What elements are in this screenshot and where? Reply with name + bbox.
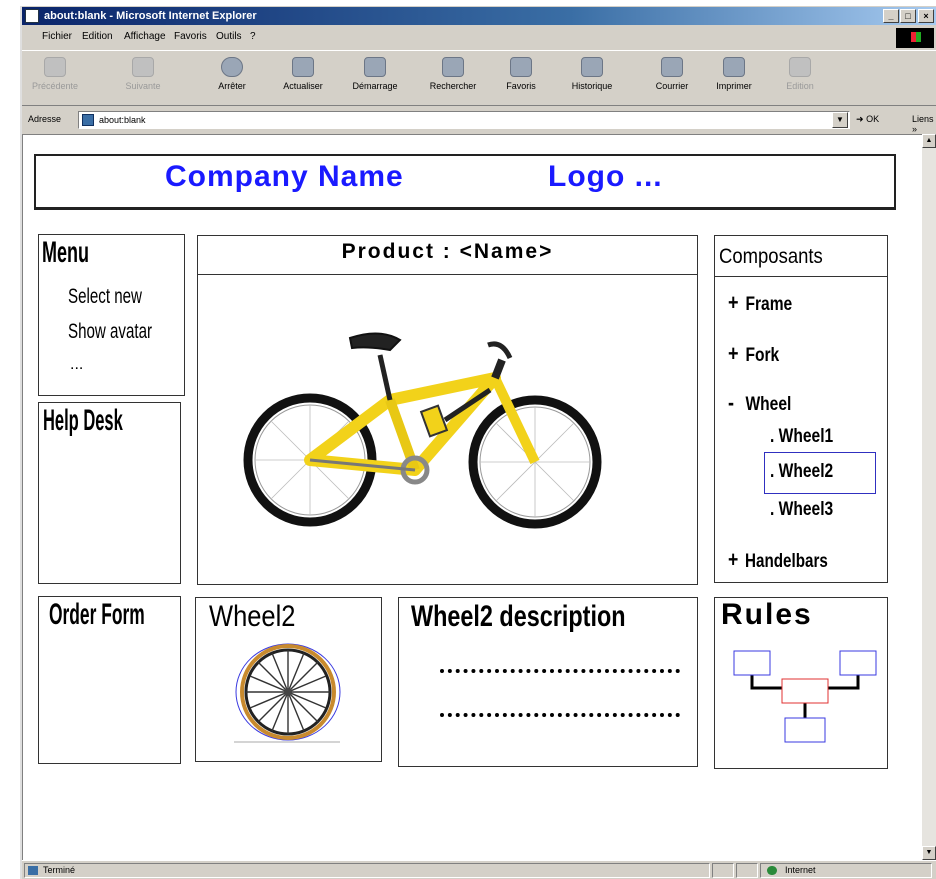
menu-affichage[interactable]: Affichage: [124, 31, 166, 42]
scroll-down-button[interactable]: ▼: [922, 846, 936, 860]
placeholder-text-line: [440, 713, 680, 717]
menu-title: Menu: [42, 236, 89, 269]
refresh-icon: [292, 57, 314, 77]
rule-node-center: [781, 678, 829, 704]
forward-arrow-icon: [132, 57, 154, 77]
expand-icon[interactable]: +: [728, 341, 741, 367]
rule-node: [733, 650, 771, 676]
status-pane: [736, 863, 758, 878]
wheel-image: [234, 643, 341, 743]
go-arrow-icon: ➜: [856, 114, 864, 124]
favorites-icon: [510, 57, 532, 77]
search-icon: [442, 57, 464, 77]
history-icon: [581, 57, 603, 77]
favorites-button[interactable]: Favoris: [498, 51, 544, 105]
composants-divider: [714, 276, 888, 277]
status-text: Terminé: [24, 863, 710, 878]
bicycle-image: [243, 332, 602, 529]
header-banner: [34, 154, 896, 210]
tree-item-wheel3[interactable]: . Wheel3: [770, 499, 833, 521]
rules-diagram: [733, 650, 877, 743]
stop-button[interactable]: Arrêter: [210, 51, 254, 105]
title-bar: about:blank - Microsoft Internet Explore…: [22, 7, 936, 25]
minimize-button[interactable]: _: [883, 9, 899, 23]
home-icon: [364, 57, 386, 77]
help-desk-title[interactable]: Help Desk: [43, 404, 123, 438]
back-arrow-icon: [44, 57, 66, 77]
print-icon: [723, 57, 745, 77]
toolbar: Précédente Suivante Arrêter Actualiser D…: [22, 50, 936, 106]
menu-outils[interactable]: Outils: [216, 31, 242, 42]
close-button[interactable]: ×: [918, 9, 934, 23]
page-icon: [82, 114, 94, 126]
scroll-up-button[interactable]: ▲: [922, 134, 936, 148]
menu-fichier[interactable]: Fichier: [42, 31, 72, 42]
refresh-button[interactable]: Actualiser: [274, 51, 332, 105]
tree-item-fork[interactable]: + Fork: [728, 341, 779, 367]
menu-edition[interactable]: Edition: [82, 31, 113, 42]
history-button[interactable]: Historique: [562, 51, 622, 105]
expand-icon[interactable]: +: [728, 547, 741, 573]
forward-button[interactable]: Suivante: [116, 51, 170, 105]
print-button[interactable]: Imprimer: [708, 51, 760, 105]
address-value: about:blank: [99, 115, 146, 125]
home-button[interactable]: Démarrage: [346, 51, 404, 105]
rules-title: Rules: [721, 598, 813, 631]
window-title: about:blank - Microsoft Internet Explore…: [44, 10, 257, 22]
collapse-icon[interactable]: -: [728, 390, 741, 416]
expand-icon[interactable]: +: [728, 290, 741, 316]
address-input[interactable]: about:blank: [78, 111, 850, 129]
product-divider: [197, 274, 698, 275]
tree-item-frame[interactable]: + Frame: [728, 290, 792, 316]
search-button[interactable]: Rechercher: [420, 51, 486, 105]
ie-icon: [25, 9, 39, 23]
product-title: Product : <Name>: [341, 240, 554, 263]
stop-icon: [221, 57, 243, 77]
maximize-button[interactable]: □: [900, 9, 916, 23]
address-label: Adresse: [28, 114, 62, 124]
edit-icon: [789, 57, 811, 77]
placeholder-text-line: [440, 669, 680, 673]
mail-button[interactable]: Courrier: [646, 51, 698, 105]
vertical-scrollbar[interactable]: ▲ ▼: [922, 134, 936, 860]
component-title: Wheel2: [209, 600, 296, 633]
zone-indicator: Internet: [760, 863, 932, 878]
address-bar: Adresse about:blank ▼ ➜ OK Liens »: [22, 108, 936, 134]
logo-placeholder: Logo ...: [548, 160, 663, 193]
edit-button[interactable]: Edition: [778, 51, 822, 105]
order-form-title[interactable]: Order Form: [49, 598, 145, 632]
status-pane: [712, 863, 734, 878]
links-button[interactable]: Liens »: [912, 114, 936, 134]
go-button[interactable]: ➜ OK: [856, 114, 879, 125]
globe-icon: [767, 866, 777, 875]
company-name: Company Name: [165, 160, 404, 193]
menu-bar: Fichier Edition Affichage Favoris Outils…: [22, 26, 936, 48]
windows-logo: [896, 28, 934, 48]
menu-favoris[interactable]: Favoris: [174, 31, 207, 42]
menu-item-select-new[interactable]: Select new: [68, 285, 142, 309]
composants-title: Composants: [719, 245, 823, 268]
status-bar: Terminé Internet: [22, 860, 936, 879]
address-dropdown[interactable]: ▼: [832, 112, 848, 128]
mail-icon: [661, 57, 683, 77]
description-title: Wheel2 description: [411, 600, 626, 633]
back-button[interactable]: Précédente: [24, 51, 86, 105]
page-done-icon: [28, 866, 38, 875]
rule-node: [784, 717, 826, 743]
menu-help[interactable]: ?: [250, 31, 256, 42]
rule-node: [839, 650, 877, 676]
menu-item-more[interactable]: ...: [70, 356, 83, 374]
tree-item-wheel[interactable]: - Wheel: [728, 390, 791, 416]
menu-item-show-avatar[interactable]: Show avatar: [68, 320, 152, 344]
tree-item-wheel2[interactable]: . Wheel2: [770, 461, 833, 483]
tree-item-wheel1[interactable]: . Wheel1: [770, 426, 833, 448]
tree-item-handlebars[interactable]: + Handelbars: [728, 547, 828, 573]
